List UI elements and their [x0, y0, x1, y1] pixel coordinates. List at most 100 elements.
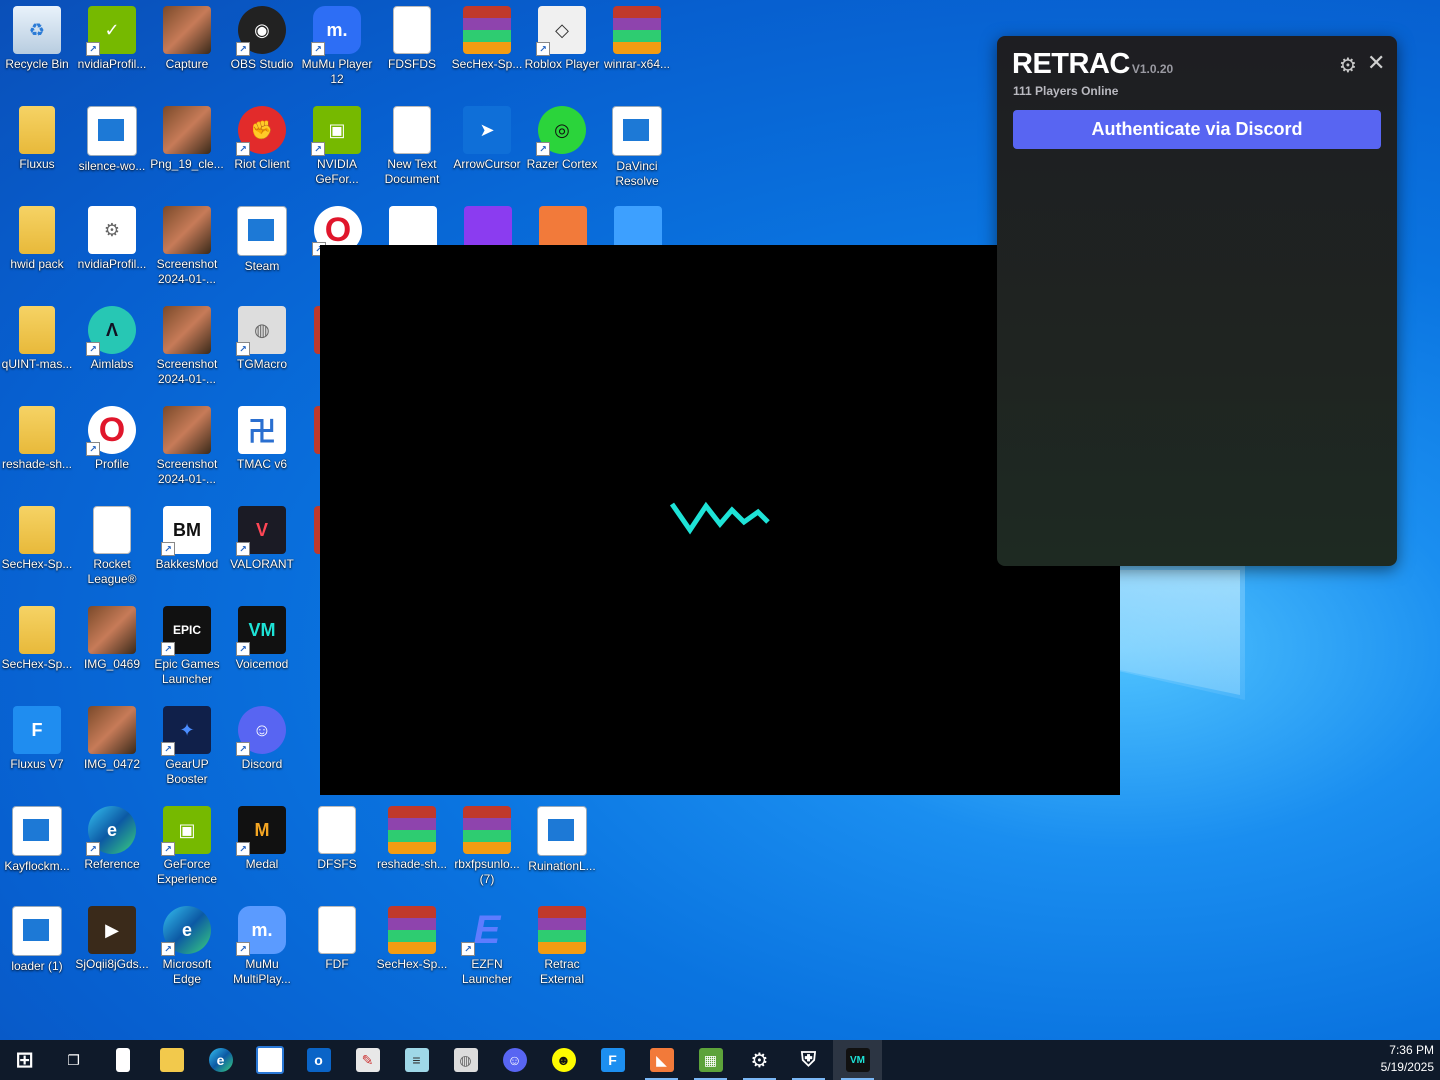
taskbar-paint-button[interactable]: ✎ [343, 1040, 392, 1080]
desktop-icon[interactable]: DFSFS [299, 800, 375, 900]
desktop-icon[interactable]: FDSFDS [374, 0, 450, 100]
desktop-icon-label: Riot Client [234, 157, 290, 171]
desktop-icon[interactable]: Png_19_cle... [149, 100, 225, 200]
desktop-icon-label: TMAC v6 [236, 457, 287, 471]
taskbar-file-button[interactable]: ▯ [98, 1040, 147, 1080]
desktop-icon[interactable]: ◇Roblox Player [524, 0, 600, 100]
desktop-icon-label: loader (1) [11, 959, 63, 973]
desktop-icon[interactable]: FDF [299, 900, 375, 1000]
desktop-icon[interactable]: eReference [74, 800, 150, 900]
folder-icon [19, 106, 55, 154]
voicemod-icon: VM [236, 606, 286, 656]
desktop-icon[interactable]: Screenshot 2024-01-... [149, 200, 225, 300]
taskbar-outlook-button[interactable]: o [294, 1040, 343, 1080]
desktop-icon[interactable]: ≡ New Text Document [374, 100, 450, 200]
desktop-icon[interactable]: ♻ Recycle Bin [0, 0, 75, 100]
desktop-icon[interactable]: F Fluxus V7 [0, 700, 75, 800]
desktop-icon[interactable]: RuinationL... [524, 800, 600, 900]
desktop-icon[interactable]: EPICEpic Games Launcher [149, 600, 225, 700]
desktop-icon[interactable]: BMBakkesMod [149, 500, 225, 600]
desktop-icon[interactable]: Capture [149, 0, 225, 100]
desktop-icon[interactable]: Steam [224, 200, 300, 300]
desktop-icon[interactable]: Fluxus [0, 100, 75, 200]
desktop-icon[interactable]: ▣GeForce Experience [149, 800, 225, 900]
taskbar-discord-button[interactable]: ☺ [490, 1040, 539, 1080]
taskbar-start-button[interactable]: ⊞ [0, 1040, 49, 1080]
desktop-icon[interactable]: EEZFN Launcher [449, 900, 525, 1000]
close-icon[interactable]: ✕ [1367, 50, 1385, 76]
desktop-icon[interactable]: ✓nvidiaProfil... [74, 0, 150, 100]
desktop-icon-label: EZFN Launcher [461, 957, 513, 986]
desktop-icon[interactable]: m.MuMu MultiPlay... [224, 900, 300, 1000]
taskbar-settings-button[interactable]: ⚙ [735, 1040, 784, 1080]
desktop-icon-label: silence-wo... [78, 159, 146, 173]
desktop-icon[interactable]: Kayflockm... [0, 800, 75, 900]
desktop-icon[interactable]: ✊Riot Client [224, 100, 300, 200]
taskbar-razer-button[interactable]: ◣ [637, 1040, 686, 1080]
roblox-icon: ◇ [536, 6, 586, 56]
desktop-icon[interactable]: ◎Razer Cortex [524, 100, 600, 200]
taskbar-security-button[interactable]: ⛨ [784, 1040, 833, 1080]
desktop-icon[interactable]: Retrac External [524, 900, 600, 1000]
desktop-icon[interactable]: IMG_0472 [74, 700, 150, 800]
desktop-icon-label: reshade-sh... [1, 457, 73, 471]
desktop-icon[interactable]: OProfile [74, 400, 150, 500]
desktop-icon[interactable]: SecHex-Sp... [0, 600, 75, 700]
desktop-icon[interactable]: IMG_0469 [74, 600, 150, 700]
desktop-icon[interactable]: ⚙ nvidiaProfil... [74, 200, 150, 300]
taskbar-retrac-button[interactable]: F [588, 1040, 637, 1080]
taskbar-minecraft-button[interactable]: ▦ [686, 1040, 735, 1080]
shield-icon: ⛨ [801, 1048, 816, 1071]
desktop-icon[interactable]: qUINT-mas... [0, 300, 75, 400]
desktop-icon[interactable]: Screenshot 2024-01-... [149, 300, 225, 400]
desktop-icon[interactable]: rbxfpsunlo... (7) [449, 800, 525, 900]
desktop-icon-label: Fluxus V7 [10, 757, 64, 771]
taskbar-snapchat-button[interactable]: ☻ [539, 1040, 588, 1080]
tgmacro-icon: ◍ [453, 1048, 478, 1072]
taskbar-tgmacro-button[interactable]: ◍ [441, 1040, 490, 1080]
desktop-icon-label: Discord [241, 757, 283, 771]
desktop-icon[interactable]: DaVinci Resolve [599, 100, 675, 200]
desktop-icon[interactable]: SecHex-Sp... [449, 0, 525, 100]
desktop-icon[interactable]: VVALORANT [224, 500, 300, 600]
taskbar-app-window-button[interactable] [245, 1040, 294, 1080]
desktop-icon[interactable]: ✦GearUP Booster [149, 700, 225, 800]
desktop-icon[interactable]: ◍TGMacro [224, 300, 300, 400]
taskbar-task-view-button[interactable]: ❐ [49, 1040, 98, 1080]
desktop-icon[interactable]: silence-wo... [74, 100, 150, 200]
desktop-icon[interactable]: 卍 TMAC v6 [224, 400, 300, 500]
desktop-icon[interactable]: ☺Discord [224, 700, 300, 800]
desktop-icon[interactable]: ▣NVIDIA GeFor... [299, 100, 375, 200]
desktop-icon[interactable]: VMVoicemod [224, 600, 300, 700]
desktop-icon[interactable]: reshade-sh... [0, 400, 75, 500]
desktop-icon[interactable]: reshade-sh... [374, 800, 450, 900]
system-clock[interactable]: 7:36 PM 5/19/2025 [1381, 1042, 1434, 1076]
authenticate-discord-button[interactable]: Authenticate via Discord [1013, 110, 1381, 149]
taskbar-edge-button[interactable]: e [196, 1040, 245, 1080]
taskbar-notepad-button[interactable]: ≡ [392, 1040, 441, 1080]
zip-folder-icon [19, 606, 55, 654]
desktop-icon[interactable]: ▶ SjOqii8jGds... [74, 900, 150, 1000]
desktop-icon[interactable]: ΛAimlabs [74, 300, 150, 400]
desktop-icon[interactable]: winrar-x64... [599, 0, 675, 100]
desktop-icon[interactable]: hwid pack [0, 200, 75, 300]
desktop-icon[interactable]: loader (1) [0, 900, 75, 1000]
edge-icon: e [86, 806, 136, 856]
windows-start-icon: ⊞ [15, 1047, 34, 1072]
desktop-icon[interactable]: SecHex-Sp... [374, 900, 450, 1000]
desktop-icon[interactable]: eMicrosoft Edge [149, 900, 225, 1000]
gear-icon[interactable]: ⚙ [1339, 53, 1357, 78]
desktop-icon[interactable]: ◉OBS Studio [224, 0, 300, 100]
desktop-icon[interactable]: ➤ ArrowCursor [449, 100, 525, 200]
desktop-icon[interactable]: Rocket League® [74, 500, 150, 600]
desktop-icon[interactable]: MMedal [224, 800, 300, 900]
desktop-icon[interactable]: SecHex-Sp... [0, 500, 75, 600]
desktop-icon[interactable]: m.MuMu Player 12 [299, 0, 375, 100]
desktop-icon-label: Recycle Bin [5, 57, 69, 71]
desktop-icon-label: nvidiaProfil... [77, 257, 147, 271]
desktop-icon[interactable]: Screenshot 2024-01-... [149, 400, 225, 500]
app-window-icon [237, 206, 287, 256]
folder-icon [19, 206, 55, 254]
taskbar-file-explorer-button[interactable] [147, 1040, 196, 1080]
taskbar-voicemod-button[interactable]: VM [833, 1040, 882, 1080]
